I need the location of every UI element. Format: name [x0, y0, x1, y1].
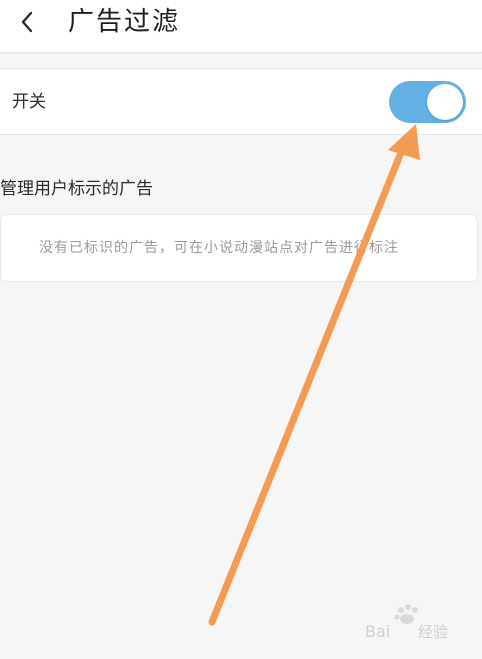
switch-label: 开关	[12, 92, 46, 112]
svg-text:经验: 经验	[418, 623, 448, 641]
section-title: 管理用户标示的广告	[0, 179, 153, 199]
baidu-watermark-logo: Bai 经验	[363, 604, 475, 646]
svg-text:Bai: Bai	[365, 622, 390, 641]
empty-state-text: 没有已标识的广告，可在小说动漫站点对广告进行标注	[39, 240, 399, 256]
toggle-knob	[427, 84, 463, 120]
back-button[interactable]	[8, 2, 48, 42]
ad-filter-toggle[interactable]	[389, 81, 466, 123]
switch-row: 开关	[0, 68, 482, 135]
page-title: 广告过滤	[68, 7, 181, 37]
paw-icon: Bai 经验	[365, 604, 448, 641]
header-bar: 广告过滤	[0, 0, 482, 53]
marked-ads-list: 没有已标识的广告，可在小说动漫站点对广告进行标注	[0, 214, 478, 282]
chevron-left-icon	[21, 11, 33, 33]
